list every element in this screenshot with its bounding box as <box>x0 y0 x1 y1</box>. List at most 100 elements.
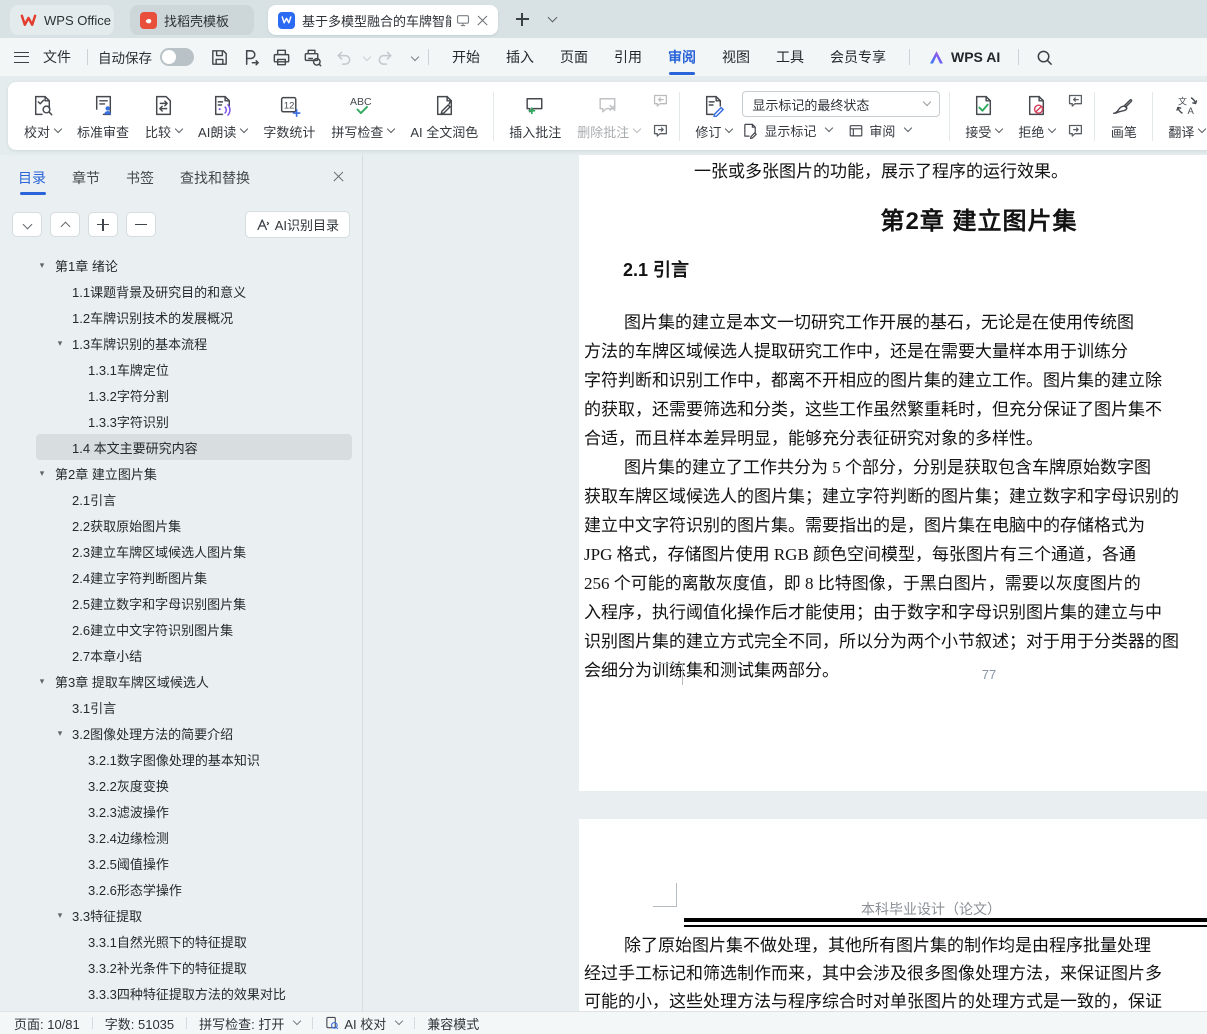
toc-item-selected[interactable]: 1.4 本文主要研究内容 <box>0 434 362 460</box>
toc-item[interactable]: 1.1课题背景及研究目的和意义 <box>0 278 362 304</box>
print-preview-button[interactable] <box>299 44 326 71</box>
hamburger-menu-icon[interactable] <box>14 52 29 63</box>
toc-item[interactable]: 1.3.3字符识别 <box>0 408 362 434</box>
search-icon[interactable] <box>1031 44 1058 71</box>
toc-item[interactable]: 3.2.4边缘检测 <box>0 824 362 850</box>
save-button[interactable] <box>206 44 233 71</box>
reviewers-button[interactable]: 审阅 <box>848 121 911 140</box>
toc-item[interactable]: ▾1.3车牌识别的基本流程 <box>0 330 362 356</box>
expand-all-button[interactable] <box>12 212 42 237</box>
export-pdf-button[interactable] <box>237 44 264 71</box>
menu-tools[interactable]: 工具 <box>763 38 817 76</box>
compare-button[interactable]: 比较 <box>137 87 190 146</box>
document-area[interactable]: 一张或多张图片的功能，展示了程序的运行效果。 第2章 建立图片集 2.1 引言 … <box>364 155 1207 1034</box>
next-revision-icon[interactable] <box>1065 122 1085 139</box>
autosave-toggle[interactable] <box>160 48 194 66</box>
menu-file[interactable]: 文件 <box>37 47 77 67</box>
toc-item[interactable]: 2.3建立车牌区域候选人图片集 <box>0 538 362 564</box>
toc-item[interactable]: 2.5建立数字和字母识别图片集 <box>0 590 362 616</box>
toc-item[interactable]: 3.1引言 <box>0 694 362 720</box>
caret-down-icon[interactable]: ▾ <box>54 728 66 739</box>
toc-item[interactable]: 2.6建立中文字符识别图片集 <box>0 616 362 642</box>
menu-review-active[interactable]: 审阅 <box>655 38 709 76</box>
translate-button[interactable]: 文A 翻译 <box>1160 87 1207 146</box>
caret-down-icon[interactable]: ▾ <box>54 910 66 921</box>
accept-button[interactable]: 接受 <box>957 87 1010 146</box>
close-tab-icon[interactable] <box>477 15 488 26</box>
next-comment-icon[interactable] <box>650 122 670 139</box>
toc-item[interactable]: 1.2车牌识别技术的发展概况 <box>0 304 362 330</box>
tab-contents[interactable]: 目录 <box>18 155 46 201</box>
reject-button[interactable]: 拒绝 <box>1010 87 1063 146</box>
previous-comment-icon[interactable] <box>650 92 670 109</box>
toc-item[interactable]: 3.3.2补光条件下的特征提取 <box>0 954 362 980</box>
spell-check-status[interactable]: 拼写检查: 打开 <box>199 1014 300 1033</box>
toc-item[interactable]: 2.1引言 <box>0 486 362 512</box>
caret-down-icon[interactable]: ▾ <box>36 676 48 687</box>
proofread-button[interactable]: 校对 <box>16 87 69 146</box>
toc-item[interactable]: 1.3.1车牌定位 <box>0 356 362 382</box>
ai-polish-button[interactable]: AI 全文润色 <box>402 87 486 146</box>
zoom-in-outline-button[interactable] <box>88 212 118 237</box>
document-page-1[interactable]: 一张或多张图片的功能，展示了程序的运行效果。 第2章 建立图片集 2.1 引言 … <box>579 155 1207 791</box>
page-indicator[interactable]: 页面: 10/81 <box>14 1014 80 1033</box>
compatibility-mode-indicator[interactable]: 兼容模式 <box>427 1014 479 1033</box>
toc-item[interactable]: 2.2获取原始图片集 <box>0 512 362 538</box>
toc-item[interactable]: 3.3.1自然光照下的特征提取 <box>0 928 362 954</box>
close-sidebar-icon[interactable] <box>333 171 344 182</box>
track-changes-button[interactable]: 修订 <box>687 87 740 146</box>
caret-down-icon[interactable]: ▾ <box>36 260 48 271</box>
toc-item[interactable]: ▾第1章 绪论 <box>0 252 362 278</box>
ai-proof-status[interactable]: AI 校对 <box>325 1014 402 1033</box>
standard-review-button[interactable]: 标准审查 <box>69 87 137 146</box>
menu-page[interactable]: 页面 <box>547 38 601 76</box>
toc-item[interactable]: ▾3.3特征提取 <box>0 902 362 928</box>
tab-document-active[interactable]: 基于多模型融合的车牌智能识 <box>268 5 498 35</box>
undo-button[interactable] <box>330 44 357 71</box>
tab-docer-templates[interactable]: 找稻壳模板 <box>130 5 254 35</box>
toc-item[interactable]: 3.2.1数字图像处理的基本知识 <box>0 746 362 772</box>
spell-check-button[interactable]: ABC 拼写检查 <box>323 87 402 146</box>
ai-recognize-toc-button[interactable]: AI识别目录 <box>245 211 350 238</box>
toc-item[interactable]: 3.3.3四种特征提取方法的效果对比 <box>0 980 362 1006</box>
caret-down-icon[interactable]: ▾ <box>36 468 48 479</box>
toc-item[interactable]: 3.2.6形态学操作 <box>0 876 362 902</box>
menu-member[interactable]: 会员专享 <box>817 38 899 76</box>
word-count-indicator[interactable]: 字数: 51035 <box>105 1014 174 1033</box>
previous-revision-icon[interactable] <box>1065 92 1085 109</box>
insert-comment-button[interactable]: 插入批注 <box>501 87 569 146</box>
menu-view[interactable]: 视图 <box>709 38 763 76</box>
caret-down-icon[interactable]: ▾ <box>54 338 66 349</box>
word-count-button[interactable]: 12 字数统计 <box>255 87 323 146</box>
toc-item[interactable]: ▾第2章 建立图片集 <box>0 460 362 486</box>
tab-wps-office[interactable]: WPS Office <box>10 5 114 35</box>
wps-ai-button[interactable]: WPS AI <box>920 49 1008 66</box>
toc-item[interactable]: 1.3.2字符分割 <box>0 382 362 408</box>
collapse-all-button[interactable] <box>50 212 80 237</box>
show-markup-button[interactable]: 显示标记 <box>742 121 832 140</box>
brush-button[interactable]: 画笔 <box>1102 87 1145 146</box>
tab-chapters[interactable]: 章节 <box>72 155 100 201</box>
menu-reference[interactable]: 引用 <box>601 38 655 76</box>
toc-item[interactable]: 2.4建立字符判断图片集 <box>0 564 362 590</box>
zoom-out-outline-button[interactable] <box>126 212 156 237</box>
toc-item[interactable]: 2.7本章小结 <box>0 642 362 668</box>
print-button[interactable] <box>268 44 295 71</box>
more-commands-chevron-icon[interactable] <box>407 49 418 65</box>
toc-item[interactable]: 3.2.3滤波操作 <box>0 798 362 824</box>
toc-item[interactable]: ▾第3章 提取车牌区域候选人 <box>0 668 362 694</box>
toc-item[interactable]: ▾3.2图像处理方法的简要介绍 <box>0 720 362 746</box>
redo-button[interactable] <box>372 44 399 71</box>
menu-insert[interactable]: 插入 <box>493 38 547 76</box>
new-tab-button[interactable] <box>510 7 534 31</box>
menu-home[interactable]: 开始 <box>439 38 493 76</box>
delete-comment-button[interactable]: 删除批注 <box>569 87 648 146</box>
tab-bookmarks[interactable]: 书签 <box>126 155 154 201</box>
tab-find-replace[interactable]: 查找和替换 <box>180 155 250 201</box>
toc-item[interactable]: 3.2.2灰度变换 <box>0 772 362 798</box>
tab-list-chevron-icon[interactable] <box>544 10 556 28</box>
markup-state-select[interactable]: 显示标记的最终状态 <box>742 91 940 117</box>
toc-item[interactable]: 3.2.5阈值操作 <box>0 850 362 876</box>
document-page-2[interactable]: 本科毕业设计（论文） 除了原始图片集不做处理，其他所有图片集的制作均是由程序批量… <box>579 819 1207 1034</box>
ai-read-button[interactable]: AI朗读 <box>190 87 255 146</box>
